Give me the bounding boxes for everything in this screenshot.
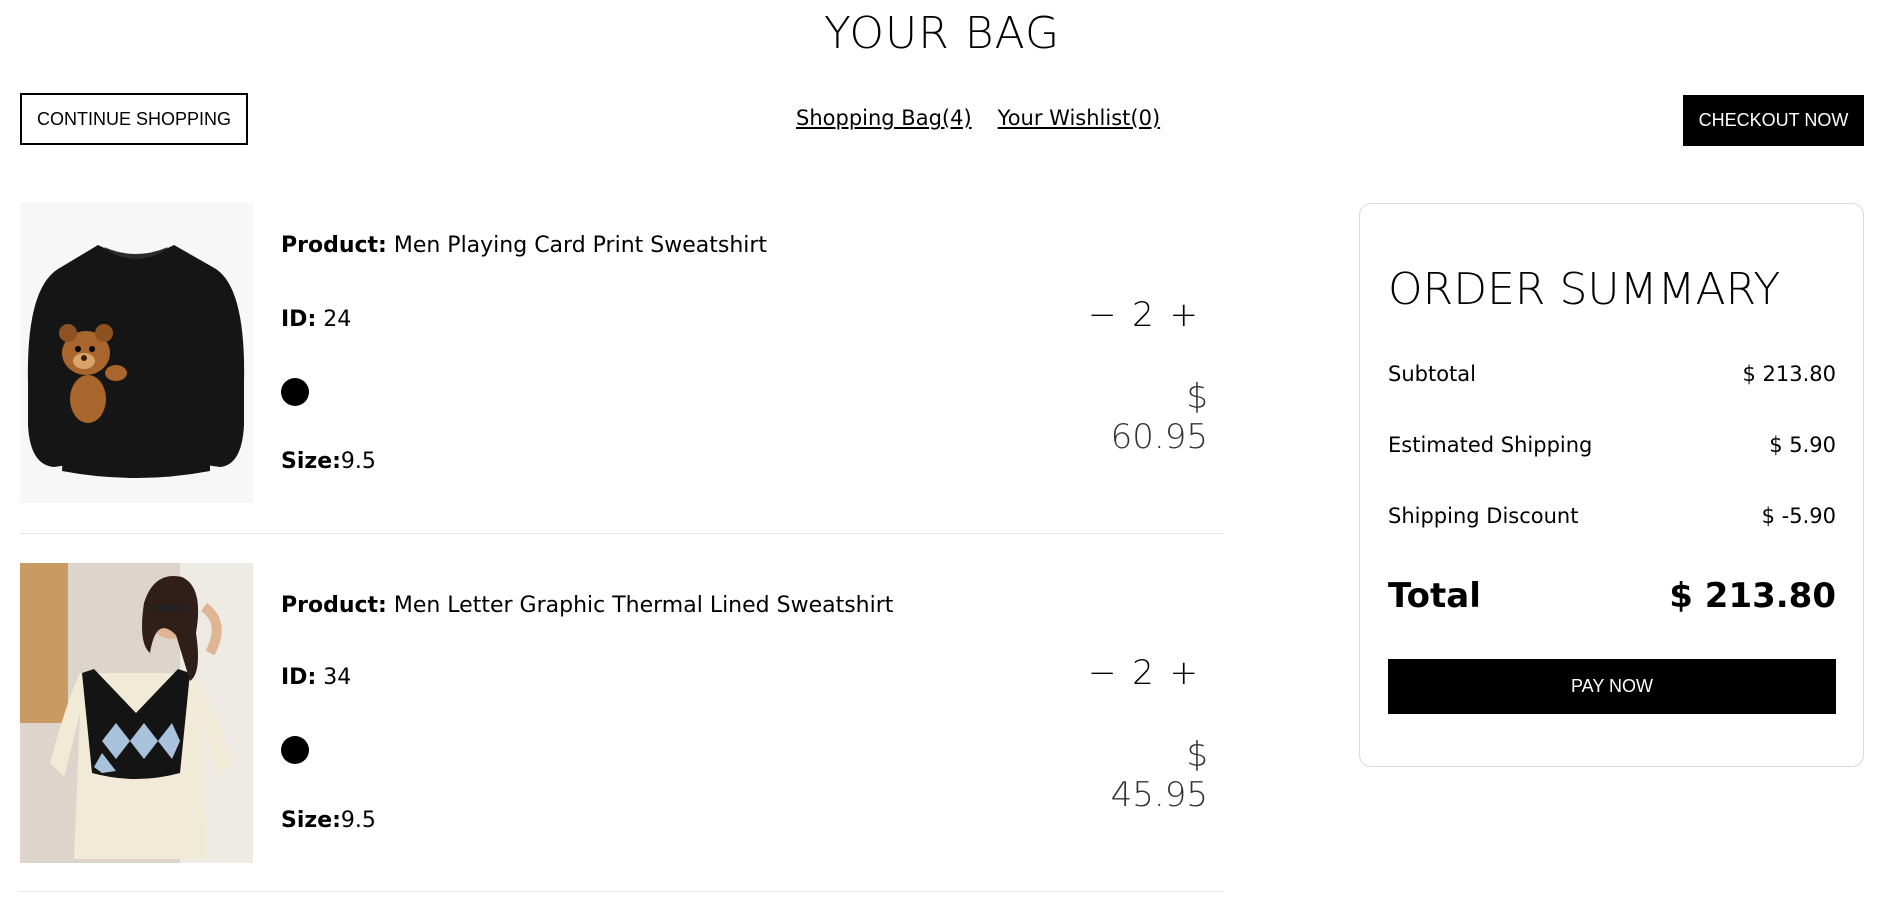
product-id-line: ID: 24 <box>281 307 351 332</box>
bag-tabs: Shopping Bag(4) Your Wishlist(0) <box>796 106 1160 130</box>
continue-shopping-button[interactable]: CONTINUE SHOPPING <box>20 93 248 145</box>
discount-row: Shipping Discount $ -5.90 <box>1388 504 1836 528</box>
product-image-sweatshirt[interactable] <box>20 203 253 503</box>
discount-value: $ -5.90 <box>1761 504 1836 528</box>
shopping-bag-link[interactable]: Shopping Bag(4) <box>796 106 972 130</box>
item-divider <box>20 891 1224 892</box>
size-label: Size: <box>281 808 341 833</box>
discount-label: Shipping Discount <box>1388 504 1579 528</box>
product-name-line: Product: Men Letter Graphic Thermal Line… <box>281 593 893 618</box>
checkout-now-button[interactable]: CHECKOUT NOW <box>1683 95 1864 146</box>
page-title: YOUR BAG <box>823 8 1061 59</box>
wishlist-link[interactable]: Your Wishlist(0) <box>998 106 1160 130</box>
order-summary-title: ORDER SUMMARY <box>1388 264 1781 315</box>
quantity-value: 2 <box>1132 295 1154 335</box>
product-name: Men Letter Graphic Thermal Lined Sweatsh… <box>386 593 894 618</box>
product-name: Men Playing Card Print Sweatshirt <box>386 233 768 258</box>
product-label: Product: <box>281 233 387 258</box>
product-color-swatch <box>281 736 309 764</box>
increase-quantity-button[interactable]: + <box>1169 653 1198 693</box>
size-label: Size: <box>281 449 341 474</box>
cart-item: Product: Men Letter Graphic Thermal Line… <box>20 563 1224 923</box>
product-image-sweater-vest[interactable] <box>20 563 253 863</box>
total-value: $ 213.80 <box>1669 576 1836 616</box>
product-size: 9.5 <box>340 808 376 833</box>
total-label: Total <box>1388 576 1481 616</box>
subtotal-value: $ 213.80 <box>1742 362 1836 386</box>
product-price: $ 45.95 <box>1110 735 1208 815</box>
id-label: ID: <box>281 665 317 690</box>
subtotal-label: Subtotal <box>1388 362 1476 386</box>
decrease-quantity-button[interactable]: − <box>1088 653 1117 693</box>
product-size-line: Size:9.5 <box>281 808 376 833</box>
product-size: 9.5 <box>340 449 376 474</box>
product-name-line: Product: Men Playing Card Print Sweatshi… <box>281 233 767 258</box>
shipping-label: Estimated Shipping <box>1388 433 1593 457</box>
shipping-value: $ 5.90 <box>1769 433 1836 457</box>
cart-item: Product: Men Playing Card Print Sweatshi… <box>20 203 1224 563</box>
product-label: Product: <box>281 593 387 618</box>
quantity-stepper: − 2 + <box>1088 653 1198 693</box>
decrease-quantity-button[interactable]: − <box>1088 295 1117 335</box>
quantity-value: 2 <box>1132 653 1154 693</box>
product-color-swatch <box>281 378 309 406</box>
item-divider <box>20 533 1224 534</box>
id-label: ID: <box>281 307 317 332</box>
product-price: $ 60.95 <box>1110 377 1208 457</box>
product-id: 34 <box>316 665 352 690</box>
product-id-line: ID: 34 <box>281 665 351 690</box>
quantity-stepper: − 2 + <box>1088 295 1198 335</box>
subtotal-row: Subtotal $ 213.80 <box>1388 362 1836 386</box>
product-size-line: Size:9.5 <box>281 449 376 474</box>
order-summary-panel: ORDER SUMMARY Subtotal $ 213.80 Estimate… <box>1359 203 1864 767</box>
shipping-row: Estimated Shipping $ 5.90 <box>1388 433 1836 457</box>
increase-quantity-button[interactable]: + <box>1169 295 1198 335</box>
pay-now-button[interactable]: PAY NOW <box>1388 659 1836 714</box>
total-row: Total $ 213.80 <box>1388 576 1836 616</box>
product-id: 24 <box>316 307 352 332</box>
